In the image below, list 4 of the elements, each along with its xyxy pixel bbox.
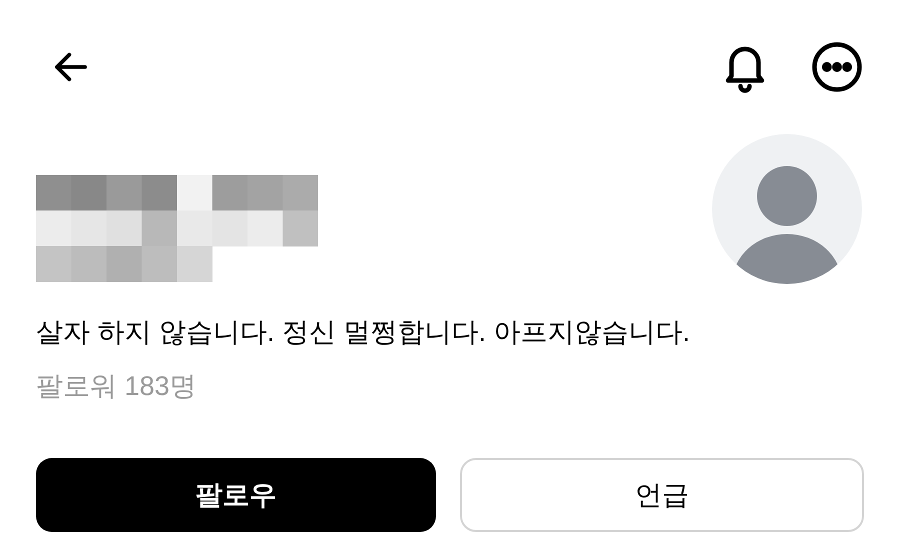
more-icon[interactable]: [810, 40, 864, 94]
bio-text: 살자 하지 않습니다. 정신 멀쩡합니다. 아프지않습니다.: [36, 316, 692, 349]
follow-button[interactable]: 팔로우: [36, 458, 436, 532]
mention-button[interactable]: 언급: [460, 458, 864, 532]
